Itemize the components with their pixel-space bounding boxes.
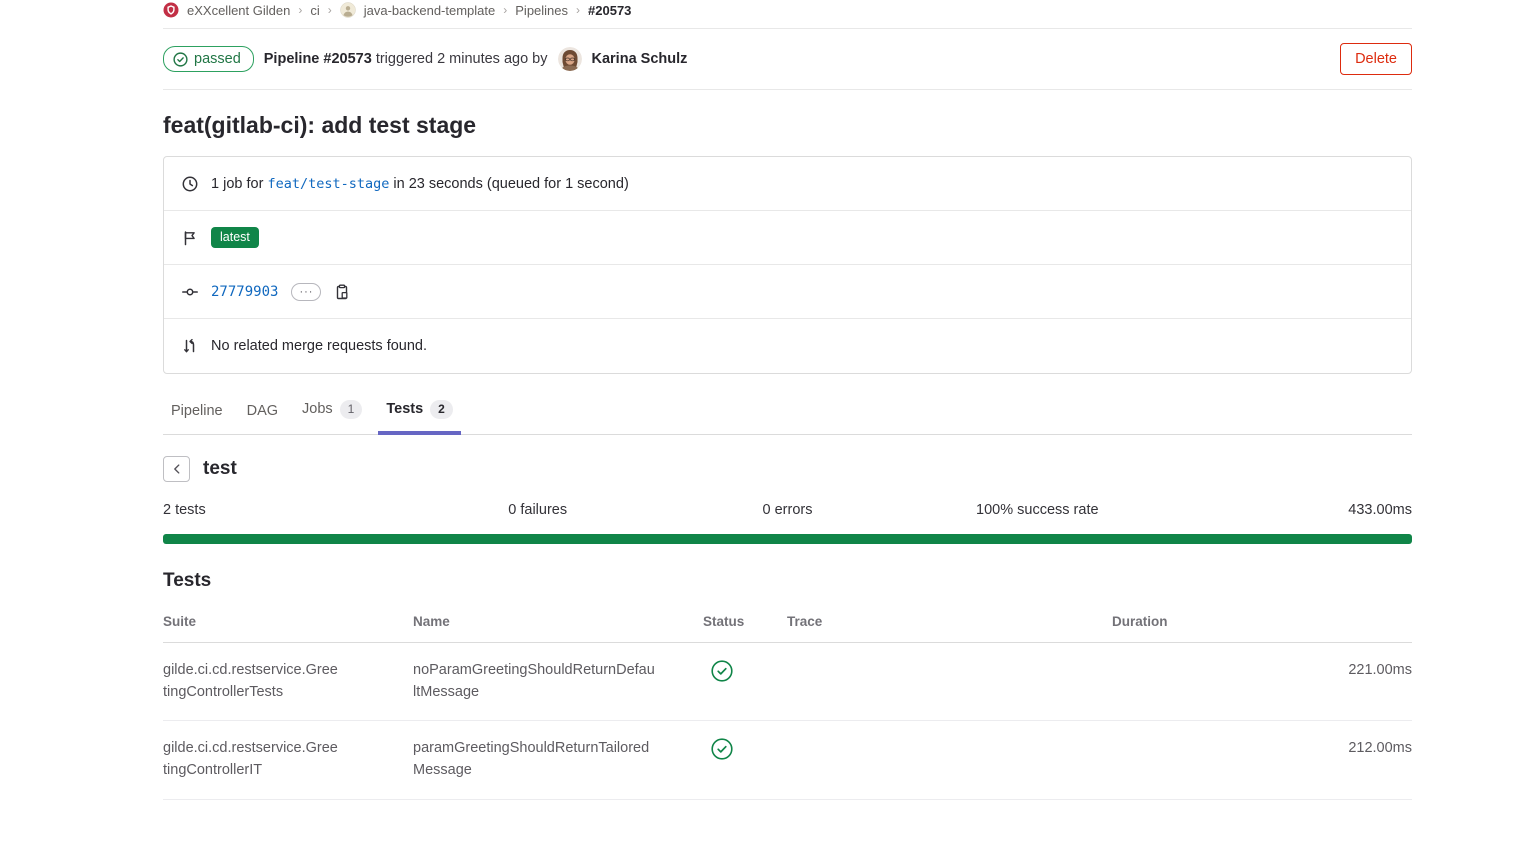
branch-link[interactable]: feat/test-stage: [267, 176, 389, 192]
tab-jobs-count: 1: [340, 400, 363, 419]
pipeline-tabs: Pipeline DAG Jobs 1 Tests 2: [163, 390, 1412, 435]
column-name: Name: [413, 600, 703, 643]
suite-stats: 2 tests 0 failures 0 errors 100% success…: [163, 502, 1412, 518]
breadcrumb-pipeline-id: #20573: [588, 3, 631, 18]
job-summary-text: 1 job for feat/test-stage in 23 seconds …: [211, 176, 629, 192]
tests-heading: Tests: [163, 570, 1412, 592]
back-button[interactable]: [163, 456, 190, 482]
flag-icon: [182, 230, 198, 246]
column-trace: Trace: [787, 600, 1112, 643]
commit-icon: [182, 284, 198, 300]
job-summary-row: 1 job for feat/test-stage in 23 seconds …: [164, 157, 1411, 211]
breadcrumb-separator: ›: [328, 3, 332, 17]
tests-table-header: Suite Name Status Trace Duration: [163, 600, 1412, 643]
test-duration-cell: 212.00ms: [1112, 721, 1412, 800]
merge-request-icon: [182, 338, 198, 354]
breadcrumb-project[interactable]: java-backend-template: [364, 3, 496, 18]
page-title: feat(gitlab-ci): add test stage: [163, 112, 1412, 139]
test-name-cell: paramGreetingShouldReturnTailoredMessage: [413, 721, 703, 800]
breadcrumb-pipelines[interactable]: Pipelines: [515, 3, 568, 18]
author-avatar[interactable]: [558, 47, 582, 71]
check-circle-icon: [173, 52, 188, 67]
merge-request-text: No related merge requests found.: [211, 338, 427, 354]
pipeline-info-box: 1 job for feat/test-stage in 23 seconds …: [163, 156, 1412, 374]
test-suite-cell: gilde.ci.cd.restservice.GreetingControll…: [163, 642, 413, 721]
copy-commit-button[interactable]: [334, 284, 350, 300]
tab-jobs-label: Jobs: [302, 401, 333, 417]
pipeline-id-label: Pipeline #20573: [264, 51, 372, 67]
check-circle-icon: [711, 660, 733, 682]
column-suite: Suite: [163, 600, 413, 643]
breadcrumb-separator: ›: [576, 3, 580, 17]
breadcrumb-separator: ›: [298, 3, 302, 17]
commit-expand-button[interactable]: ···: [291, 283, 321, 301]
suite-name: test: [203, 458, 237, 480]
breadcrumb-separator: ›: [503, 3, 507, 17]
test-suite-cell: gilde.ci.cd.restservice.GreetingControll…: [163, 721, 413, 800]
group-logo-icon: [163, 2, 179, 18]
tab-tests-count: 2: [430, 400, 453, 419]
success-progress-bar: [163, 534, 1412, 544]
commit-row: 27779903 ···: [164, 265, 1411, 319]
stat-failures: 0 failures: [413, 502, 663, 518]
stat-success-rate: 100% success rate: [912, 502, 1162, 518]
tab-dag[interactable]: DAG: [239, 393, 286, 435]
tab-pipeline[interactable]: Pipeline: [163, 393, 231, 435]
test-status-cell: [703, 721, 787, 800]
tab-tests-label: Tests: [386, 401, 423, 417]
status-badge-label: passed: [194, 51, 241, 67]
pipeline-summary: Pipeline #20573 triggered 2 minutes ago …: [264, 51, 548, 67]
test-duration-cell: 221.00ms: [1112, 642, 1412, 721]
breadcrumb: eXXcellent Gilden › ci › java-backend-te…: [163, 0, 1412, 29]
tab-dag-label: DAG: [247, 403, 278, 419]
tests-table: Suite Name Status Trace Duration gilde.c…: [163, 600, 1412, 800]
tab-tests[interactable]: Tests 2: [378, 390, 461, 435]
merge-request-row: No related merge requests found.: [164, 319, 1411, 373]
latest-row: latest: [164, 211, 1411, 265]
commit-sha-link[interactable]: 27779903: [211, 284, 278, 300]
column-duration: Duration: [1112, 600, 1412, 643]
table-row: gilde.ci.cd.restservice.GreetingControll…: [163, 642, 1412, 721]
triggered-text: triggered 2 minutes ago by: [376, 51, 548, 67]
breadcrumb-group[interactable]: eXXcellent Gilden: [187, 3, 290, 18]
project-avatar-icon: [340, 2, 356, 18]
latest-badge: latest: [211, 227, 259, 248]
table-row: gilde.ci.cd.restservice.GreetingControll…: [163, 721, 1412, 800]
pipeline-page: eXXcellent Gilden › ci › java-backend-te…: [0, 0, 1527, 800]
author-name[interactable]: Karina Schulz: [592, 51, 688, 67]
chevron-left-icon: [170, 462, 184, 476]
suite-header: test: [163, 456, 1412, 482]
job-count-text: 1 job for: [211, 176, 263, 192]
stat-total-tests: 2 tests: [163, 502, 413, 518]
column-status: Status: [703, 600, 787, 643]
stat-errors: 0 errors: [663, 502, 913, 518]
status-badge[interactable]: passed: [163, 46, 254, 72]
test-trace-cell: [787, 721, 1112, 800]
stat-duration: 433.00ms: [1162, 502, 1412, 518]
tab-jobs[interactable]: Jobs 1: [294, 390, 370, 435]
tab-pipeline-label: Pipeline: [171, 403, 223, 419]
pipeline-header: passed Pipeline #20573 triggered 2 minut…: [163, 29, 1412, 90]
job-duration-text: in 23 seconds (queued for 1 second): [393, 176, 628, 192]
delete-button[interactable]: Delete: [1340, 43, 1412, 75]
test-name-cell: noParamGreetingShouldReturnDefaultMessag…: [413, 642, 703, 721]
test-trace-cell: [787, 642, 1112, 721]
clock-icon: [182, 176, 198, 192]
breadcrumb-subgroup[interactable]: ci: [310, 3, 319, 18]
clipboard-icon: [334, 284, 350, 300]
check-circle-icon: [711, 738, 733, 760]
test-status-cell: [703, 642, 787, 721]
